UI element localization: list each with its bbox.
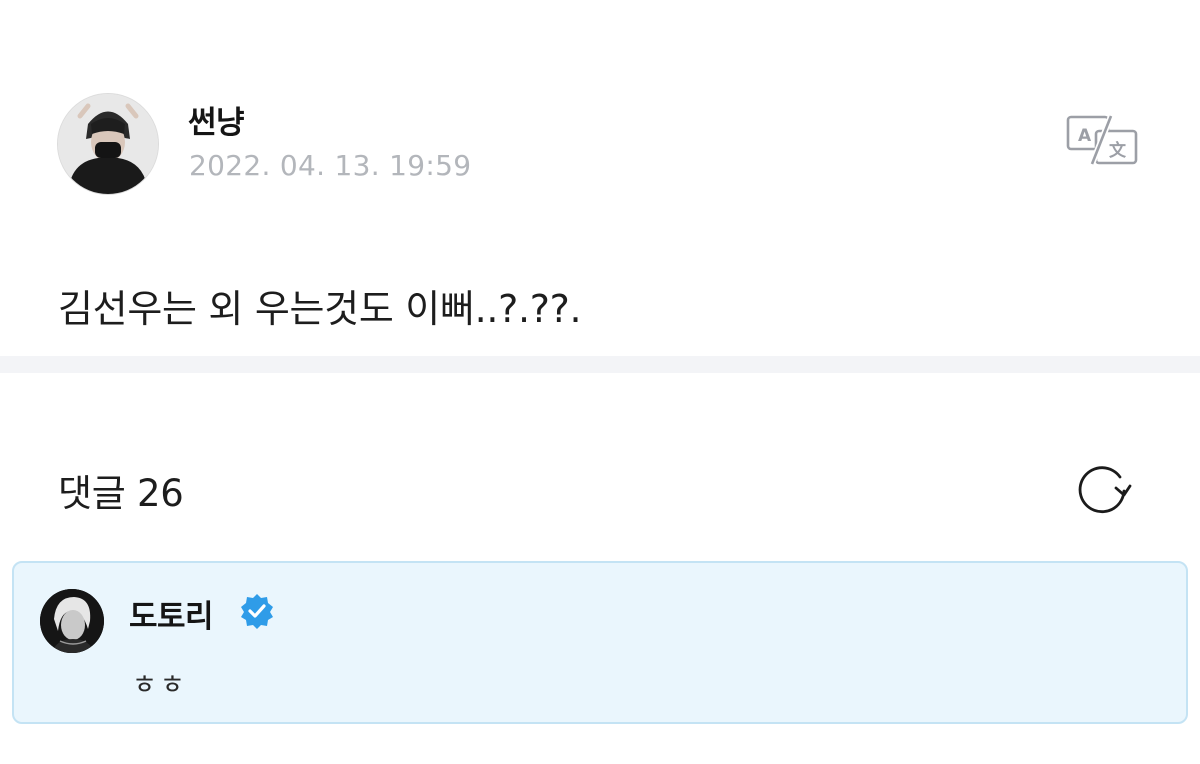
avatar-photo bbox=[58, 94, 158, 194]
post-body-text: 김선우는 외 우는것도 이뻐..?.??. bbox=[58, 287, 582, 331]
section-divider bbox=[0, 356, 1200, 373]
comment-text: ㅎㅎ bbox=[132, 670, 188, 701]
commenter-avatar[interactable] bbox=[40, 589, 104, 653]
svg-text:A: A bbox=[1078, 126, 1092, 146]
post-timestamp: 2022. 04. 13. 19:59 bbox=[189, 149, 472, 182]
comments-header: 댓글 26 bbox=[58, 463, 184, 517]
author-avatar[interactable] bbox=[57, 93, 159, 195]
post-detail-screen: 썬냥 2022. 04. 13. 19:59 A 文 김선우는 외 우는것도 이… bbox=[0, 0, 1200, 764]
comment-item[interactable]: 도토리 ㅎㅎ bbox=[12, 561, 1188, 724]
refresh-comments-button[interactable] bbox=[1071, 458, 1133, 516]
author-name[interactable]: 썬냥 bbox=[188, 97, 245, 142]
translate-button[interactable]: A 文 bbox=[1066, 114, 1138, 166]
comments-count: 26 bbox=[136, 472, 184, 515]
svg-text:文: 文 bbox=[1109, 140, 1127, 161]
translate-icon: A 文 bbox=[1066, 114, 1138, 166]
verified-badge-icon bbox=[239, 593, 275, 629]
commenter-name[interactable]: 도토리 bbox=[129, 591, 214, 636]
commenter-avatar-photo bbox=[40, 589, 104, 653]
comments-label: 댓글 bbox=[58, 472, 126, 515]
refresh-icon bbox=[1078, 466, 1132, 514]
